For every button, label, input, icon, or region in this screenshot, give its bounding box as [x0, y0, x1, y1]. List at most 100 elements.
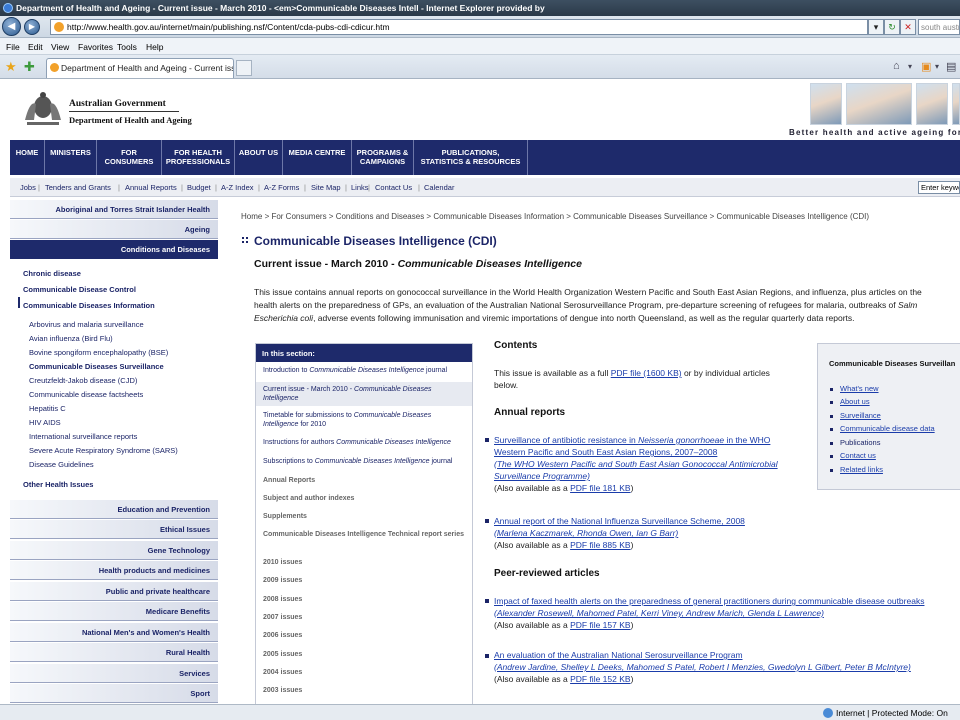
section-link-current-issue[interactable]: Current issue - March 2010 - Communicabl…	[256, 382, 472, 406]
tab-current[interactable]: Department of Health and Ageing - Curren…	[46, 58, 234, 78]
section-link-annual-reports[interactable]: Annual Reports	[256, 476, 472, 485]
menu-tools[interactable]: Tools	[117, 42, 137, 52]
nav-for-health-professionals[interactable]: FOR HEALTH PROFESSIONALS	[162, 140, 235, 175]
section-link-instructions[interactable]: Instructions for authors Communicable Di…	[256, 438, 472, 447]
article-authors-link[interactable]: (Marlena Kaczmarek, Rhonda Owen, Ian G B…	[494, 527, 960, 539]
subnav-site-map[interactable]: Site Map	[311, 183, 341, 192]
section-link-2003-issues[interactable]: 2003 issues	[256, 686, 472, 695]
article-title-link[interactable]: An evaluation of the Australian National…	[494, 649, 960, 661]
sidebar-subitem-disease-guidelines[interactable]: Disease Guidelines	[29, 460, 94, 469]
forward-button[interactable]: ▶	[24, 19, 40, 35]
sidebar-subitem-hepatitis-c[interactable]: Hepatitis C	[29, 404, 66, 413]
sidebar-item-diseases-information[interactable]: Communicable Diseases Information	[23, 301, 155, 310]
subnav-budget[interactable]: Budget	[187, 183, 211, 192]
nav-ministers[interactable]: MINISTERS	[45, 140, 97, 175]
nav-programs-campaigns[interactable]: PROGRAMS & CAMPAIGNS	[352, 140, 414, 175]
sidebar-tab-gene-technology[interactable]: Gene Technology	[10, 541, 218, 560]
full-pdf-link[interactable]: PDF file (1600 KB)	[611, 368, 682, 378]
nav-home[interactable]: HOME	[10, 140, 45, 175]
add-favorites-icon[interactable]: ✚	[24, 60, 35, 73]
section-link-2005-issues[interactable]: 2005 issues	[256, 650, 472, 659]
rbox-link-about-us[interactable]: About us	[840, 397, 870, 406]
subnav-tenders[interactable]: Tenders and Grants	[45, 183, 111, 192]
menu-favorites[interactable]: Favorites	[78, 42, 113, 52]
menu-help[interactable]: Help	[146, 42, 163, 52]
stop-icon[interactable]: ✕	[900, 19, 916, 35]
article-pdf-link[interactable]: PDF file 885 KB	[570, 540, 630, 550]
rbox-link-whats-new[interactable]: What's new	[840, 384, 879, 393]
subnav-jobs[interactable]: Jobs	[20, 183, 36, 192]
rbox-link-surveillance[interactable]: Surveillance	[840, 411, 881, 420]
menu-file[interactable]: File	[6, 42, 20, 52]
rbox-link-publications[interactable]: Publications	[840, 438, 880, 447]
sidebar-tab-education[interactable]: Education and Prevention	[10, 500, 218, 519]
article-title-link[interactable]: Impact of faxed health alerts on the pre…	[494, 595, 960, 607]
rbox-link-disease-data[interactable]: Communicable disease data	[840, 424, 935, 433]
section-link-2008-issues[interactable]: 2008 issues	[256, 595, 472, 604]
back-button[interactable]: ◀	[2, 17, 21, 36]
article-pdf-link[interactable]: PDF file 152 KB	[570, 674, 630, 684]
menu-edit[interactable]: Edit	[28, 42, 43, 52]
sidebar-tab-mens-womens-health[interactable]: National Men's and Women's Health	[10, 623, 218, 642]
nav-media-centre[interactable]: MEDIA CENTRE	[283, 140, 352, 175]
print-icon[interactable]: ▤	[946, 60, 956, 73]
search-input[interactable]: south austra	[918, 19, 960, 35]
section-link-2007-issues[interactable]: 2007 issues	[256, 613, 472, 622]
subnav-az-index[interactable]: A-Z Index	[221, 183, 254, 192]
feeds-icon[interactable]: ▣	[921, 60, 931, 73]
sidebar-subitem-sars[interactable]: Severe Acute Respiratory Syndrome (SARS)	[29, 446, 178, 455]
sidebar-tab-health-products[interactable]: Health products and medicines	[10, 561, 218, 580]
sidebar-subitem-international-surveillance[interactable]: International surveillance reports	[29, 432, 137, 441]
home-icon[interactable]: ⌂	[893, 60, 900, 72]
sidebar-tab-sport[interactable]: Sport	[10, 684, 218, 703]
rbox-link-related-links[interactable]: Related links	[840, 465, 883, 474]
home-dropdown-icon[interactable]: ▾	[908, 62, 912, 71]
url-input[interactable]: http://www.health.gov.au/internet/main/p…	[50, 19, 868, 35]
sidebar-tab-aboriginal-health[interactable]: Aboriginal and Torres Strait Islander He…	[10, 200, 218, 219]
subnav-contact-us[interactable]: Contact Us	[375, 183, 412, 192]
section-link-timetable[interactable]: Timetable for submissions to Communicabl…	[256, 411, 472, 429]
section-link-2006-issues[interactable]: 2006 issues	[256, 631, 472, 640]
sidebar-subitem-factsheets[interactable]: Communicable disease factsheets	[29, 390, 143, 399]
section-link-introduction[interactable]: Introduction to Communicable Diseases In…	[256, 366, 472, 375]
section-link-indexes[interactable]: Subject and author indexes	[256, 494, 472, 503]
new-tab-button[interactable]	[236, 60, 252, 76]
sidebar-item-chronic-disease[interactable]: Chronic disease	[23, 269, 81, 278]
section-link-2010-issues[interactable]: 2010 issues	[256, 558, 472, 567]
sidebar-tab-rural-health[interactable]: Rural Health	[10, 643, 218, 662]
sidebar-subitem-surveillance[interactable]: Communicable Diseases Surveillance	[29, 362, 164, 371]
compat-view-icon[interactable]: ▾	[868, 19, 884, 35]
sidebar-tab-ethical[interactable]: Ethical Issues	[10, 520, 218, 539]
article-pdf-link[interactable]: PDF file 157 KB	[570, 620, 630, 630]
section-link-subscriptions[interactable]: Subscriptions to Communicable Diseases I…	[256, 457, 472, 466]
sidebar-tab-healthcare[interactable]: Public and private healthcare	[10, 582, 218, 601]
sidebar-tab-services[interactable]: Services	[10, 664, 218, 683]
article-authors-link[interactable]: (Andrew Jardine, Shelley L Deeks, Mahome…	[494, 661, 960, 673]
subnav-calendar[interactable]: Calendar	[424, 183, 454, 192]
subnav-links[interactable]: Links	[351, 183, 369, 192]
section-link-technical-reports[interactable]: Communicable Diseases Intelligence Techn…	[256, 530, 472, 539]
sidebar-subitem-arbovirus[interactable]: Arbovirus and malaria surveillance	[29, 320, 144, 329]
feeds-dropdown-icon[interactable]: ▾	[935, 62, 939, 71]
subnav-annual-reports[interactable]: Annual Reports	[125, 183, 177, 192]
article-pdf-link[interactable]: PDF file 181 KB	[570, 483, 630, 493]
sidebar-subitem-avian-influenza[interactable]: Avian influenza (Bird Flu)	[29, 334, 113, 343]
refresh-icon[interactable]: ↻	[884, 19, 900, 35]
sidebar-tab-medicare[interactable]: Medicare Benefits	[10, 602, 218, 621]
section-link-supplements[interactable]: Supplements	[256, 512, 472, 521]
favorites-star-icon[interactable]: ★	[5, 60, 17, 73]
breadcrumb[interactable]: Home > For Consumers > Conditions and Di…	[241, 212, 869, 221]
article-authors-link[interactable]: (Alexander Rosewell, Mahomed Patel, Kerr…	[494, 607, 960, 619]
rbox-link-contact-us[interactable]: Contact us	[840, 451, 876, 460]
article-title-link[interactable]: Annual report of the National Influenza …	[494, 515, 960, 527]
sidebar-subitem-bse[interactable]: Bovine spongiform encephalopathy (BSE)	[29, 348, 168, 357]
sidebar-subitem-cjd[interactable]: Creutzfeldt-Jakob disease (CJD)	[29, 376, 137, 385]
sidebar-tab-ageing[interactable]: Ageing	[10, 220, 218, 239]
sidebar-tab-conditions-diseases[interactable]: Conditions and Diseases	[10, 240, 218, 259]
sidebar-item-other-health-issues[interactable]: Other Health Issues	[23, 480, 93, 489]
nav-publications[interactable]: PUBLICATIONS, STATISTICS & RESOURCES	[414, 140, 528, 175]
keyword-search-input[interactable]: Enter keywords	[918, 181, 960, 194]
nav-for-consumers[interactable]: FOR CONSUMERS	[97, 140, 162, 175]
subnav-az-forms[interactable]: A-Z Forms	[264, 183, 299, 192]
sidebar-item-disease-control[interactable]: Communicable Disease Control	[23, 285, 136, 294]
